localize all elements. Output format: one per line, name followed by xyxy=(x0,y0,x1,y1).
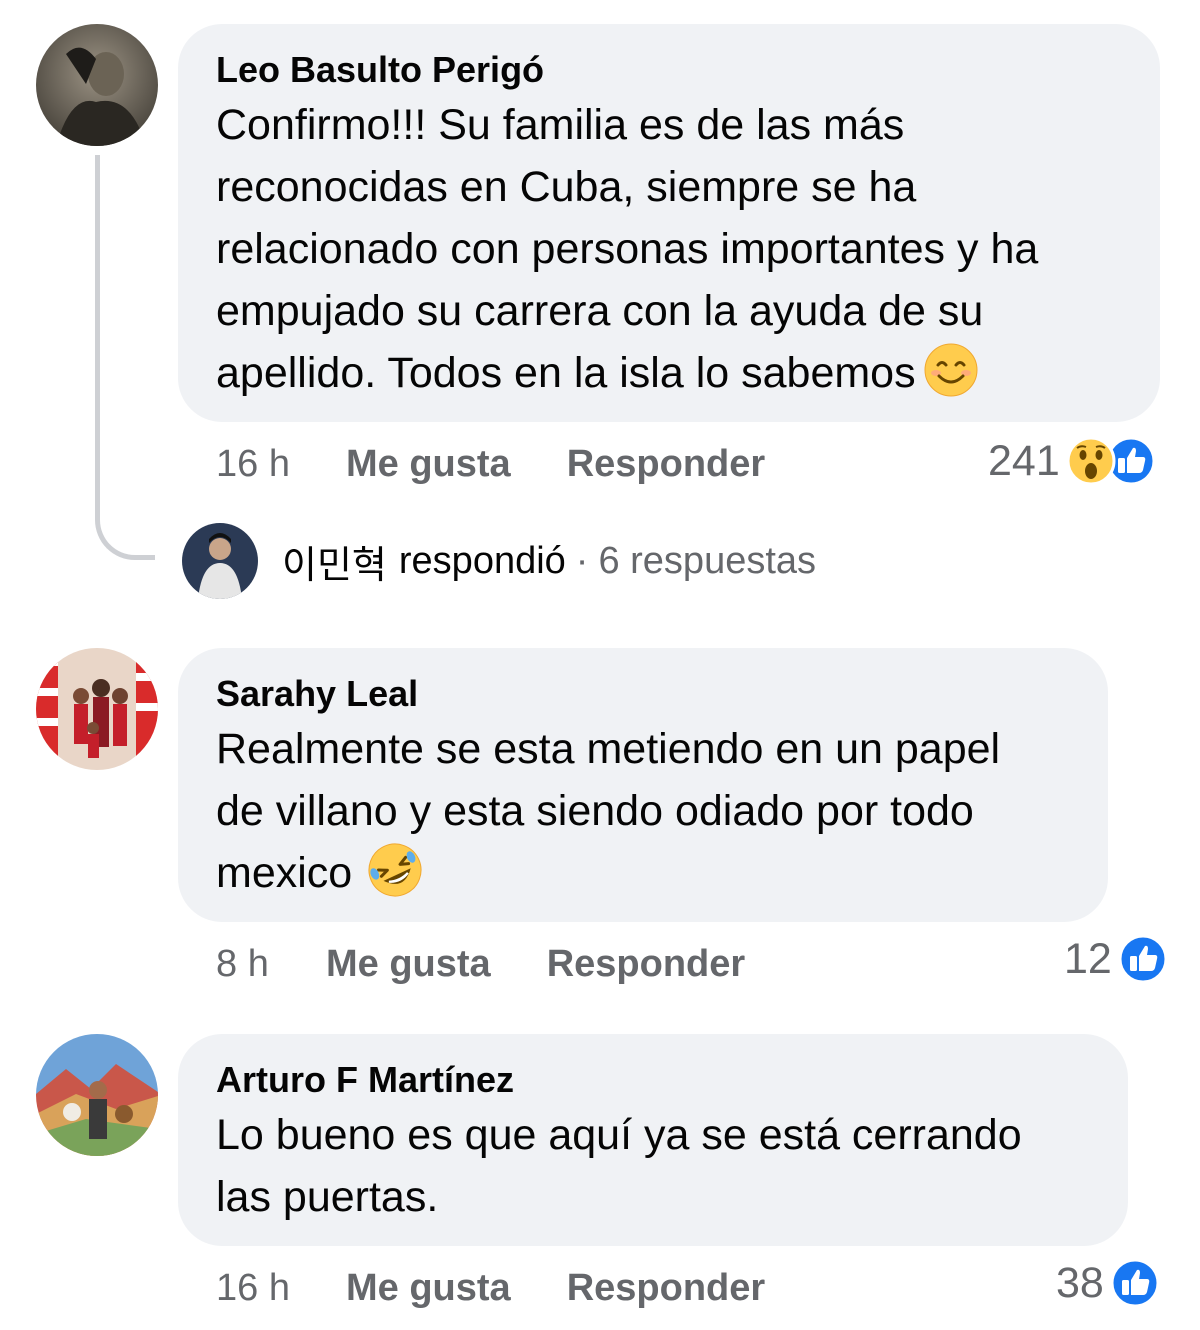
reply-author-avatar xyxy=(182,523,258,599)
comment-line: las puertas. xyxy=(216,1173,439,1221)
comment-time[interactable]: 16 h xyxy=(216,440,346,488)
reply-button[interactable]: Responder xyxy=(567,1264,765,1312)
avatar-leo-basulto[interactable] xyxy=(36,24,158,146)
comment-line: de villano y esta siendo odiado por todo xyxy=(216,787,974,835)
smiling-face-emoji xyxy=(924,343,978,397)
comment-author[interactable]: Sarahy Leal xyxy=(216,672,1070,716)
comment-line: Lo bueno es que aquí ya se está cerrando xyxy=(216,1111,1022,1159)
reaction-count: 241 xyxy=(988,437,1060,485)
comment-bubble-3: Arturo F Martínez Lo bueno es que aquí y… xyxy=(178,1034,1128,1246)
comment-actions-1: 16 h Me gusta Responder xyxy=(216,440,765,488)
comment-line: mexico xyxy=(216,849,353,897)
comment-text: Confirmo!!! Su familia es de las más rec… xyxy=(216,94,1122,404)
reaction-count: 38 xyxy=(1056,1259,1104,1307)
comment-line: Confirmo!!! Su familia es de las más xyxy=(216,101,905,149)
reply-author-name: 이민혁 xyxy=(282,544,387,587)
like-button[interactable]: Me gusta xyxy=(346,1264,511,1312)
comment-line: Realmente se esta metiendo en un papel xyxy=(216,725,1001,773)
comment-text: Lo bueno es que aquí ya se está cerrando… xyxy=(216,1104,1090,1228)
comment-line: relacionado con personas importantes y h… xyxy=(216,225,1039,273)
like-reaction-icon xyxy=(1118,934,1168,984)
reply-count: 6 respuestas xyxy=(598,539,817,582)
reactions-summary-3[interactable]: 38 xyxy=(1056,1258,1160,1308)
reaction-count: 12 xyxy=(1064,935,1112,983)
avatar-sarahy-leal[interactable] xyxy=(36,648,158,770)
reply-button[interactable]: Responder xyxy=(547,940,745,988)
rolling-laughing-emoji xyxy=(368,843,422,897)
avatar-arturo-martinez[interactable] xyxy=(36,1034,158,1156)
comment-actions-2: 8 h Me gusta Responder xyxy=(216,940,745,988)
view-replies-link[interactable]: 이민혁 respondió · 6 respuestas xyxy=(182,523,816,599)
comment-bubble-2: Sarahy Leal Realmente se esta metiendo e… xyxy=(178,648,1108,922)
comment-author[interactable]: Arturo F Martínez xyxy=(216,1058,1090,1102)
comment-line: apellido. Todos en la isla lo sabemos xyxy=(216,349,916,397)
comment-line: reconocidas en Cuba, siempre se ha xyxy=(216,163,917,211)
reply-separator: · xyxy=(575,539,589,582)
like-reaction-icon xyxy=(1110,1258,1160,1308)
reply-button[interactable]: Responder xyxy=(567,440,765,488)
reactions-summary-1[interactable]: 241 xyxy=(988,436,1156,486)
reply-verb: respondió xyxy=(398,539,566,582)
like-button[interactable]: Me gusta xyxy=(326,940,491,988)
comment-time[interactable]: 16 h xyxy=(216,1264,346,1312)
comment-bubble-1: Leo Basulto Perigó Confirmo!!! Su famili… xyxy=(178,24,1160,422)
comment-time[interactable]: 8 h xyxy=(216,940,326,988)
comment-line: empujado su carrera con la ayuda de su xyxy=(216,287,984,335)
comment-author[interactable]: Leo Basulto Perigó xyxy=(216,48,1122,92)
comment-actions-3: 16 h Me gusta Responder xyxy=(216,1264,765,1312)
reactions-summary-2[interactable]: 12 xyxy=(1064,934,1168,984)
thread-connector-line xyxy=(95,155,155,560)
like-button[interactable]: Me gusta xyxy=(346,440,511,488)
comment-text: Realmente se esta metiendo en un papel d… xyxy=(216,718,1070,904)
wow-reaction-icon xyxy=(1066,436,1116,486)
